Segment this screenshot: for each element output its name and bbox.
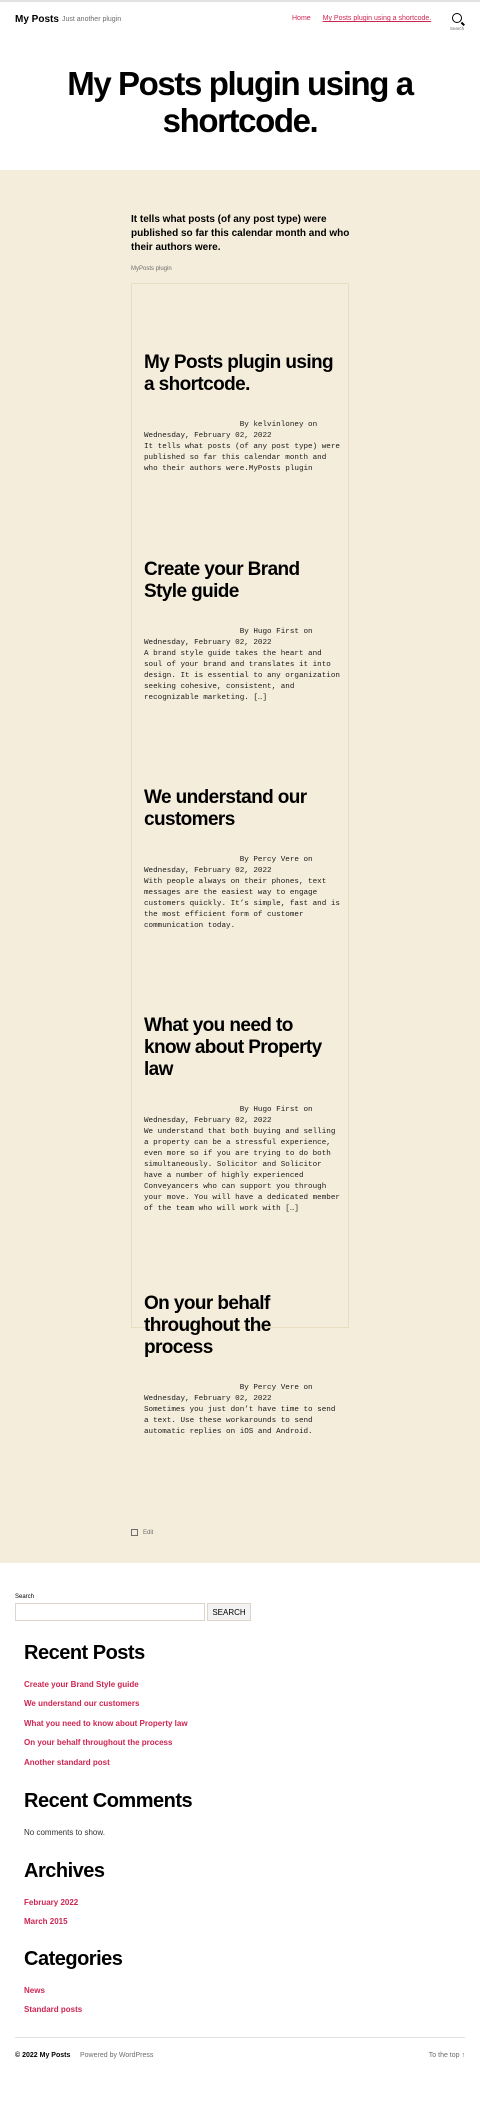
category-link[interactable]: News: [24, 1986, 45, 1995]
recent-posts-title: Recent Posts: [24, 1642, 145, 1664]
post-item: We understand our customers By Percy Ver…: [144, 787, 340, 932]
post-item: On your behalf throughout the process By…: [144, 1293, 340, 1438]
recent-comments-title: Recent Comments: [24, 1790, 193, 1812]
nav-item-home[interactable]: Home: [292, 15, 311, 22]
post-title[interactable]: Create your Brand Style guide: [144, 559, 340, 603]
footer-divider: [15, 2037, 465, 2038]
categories-title: Categories: [24, 1948, 123, 1970]
recent-post-link[interactable]: On your behalf throughout the process: [24, 1738, 172, 1747]
edit-icon: [131, 1529, 138, 1536]
page-intro: It tells what posts (of any post type) w…: [131, 214, 350, 253]
site-footer: © 2022 My Posts Powered by WordPress To …: [0, 2033, 480, 2106]
search-label: Search: [15, 1594, 35, 1600]
post-item: My Posts plugin using a shortcode. By ke…: [144, 352, 340, 475]
post-meta: By Percy Vere on Wednesday, February 02,…: [144, 855, 340, 930]
page-header: My Posts plugin using a shortcode.: [0, 42, 480, 170]
post-item: What you need to know about Property law…: [144, 1015, 340, 1215]
post-meta: By Hugo First on Wednesday, February 02,…: [144, 627, 340, 702]
post-list: My Posts plugin using a shortcode. By ke…: [131, 283, 349, 1436]
archives-title: Archives: [24, 1860, 105, 1882]
edit-label: Edit: [143, 1529, 154, 1536]
page-title: My Posts plugin using a shortcode.: [67, 65, 414, 139]
post-title[interactable]: My Posts plugin using a shortcode.: [144, 352, 340, 396]
site-title[interactable]: My Posts: [15, 14, 59, 25]
search-input[interactable]: [15, 1603, 205, 1621]
page-caption: MyPosts plugin: [131, 266, 172, 272]
nav-item-my-posts-plugin[interactable]: My Posts plugin using a shortcode.: [323, 15, 432, 22]
post-meta: By kelvinloney on Wednesday, February 02…: [144, 420, 340, 473]
to-the-top-link[interactable]: To the top ↑: [429, 2052, 465, 2059]
post-title[interactable]: On your behalf throughout the process: [144, 1293, 340, 1359]
search-icon: [452, 13, 462, 23]
recent-post-link[interactable]: Create your Brand Style guide: [24, 1680, 139, 1689]
footer-copyright[interactable]: © 2022 My Posts: [15, 2052, 70, 2059]
recent-post-link[interactable]: We understand our customers: [24, 1699, 139, 1708]
post-item: Create your Brand Style guide By Hugo Fi…: [144, 559, 340, 704]
page-content: It tells what posts (of any post type) w…: [0, 170, 480, 1563]
archive-link[interactable]: March 2015: [24, 1917, 68, 1926]
site-header: My Posts Just another plugin Home My Pos…: [0, 0, 480, 42]
site-description: Just another plugin: [62, 16, 122, 23]
search-toggle-label: Search: [449, 26, 465, 31]
archive-link[interactable]: February 2022: [24, 1898, 78, 1907]
post-meta: By Percy Vere on Wednesday, February 02,…: [144, 1383, 336, 1436]
search-toggle-button[interactable]: Search: [446, 13, 468, 31]
primary-nav: Home My Posts plugin using a shortcode.: [292, 15, 441, 22]
recent-comments-empty: No comments to show.: [24, 1828, 105, 1837]
recent-post-link[interactable]: Another standard post: [24, 1758, 110, 1767]
post-meta: By Hugo First on Wednesday, February 02,…: [144, 1105, 340, 1213]
post-title[interactable]: We understand our customers: [144, 787, 340, 831]
post-title[interactable]: What you need to know about Property law: [144, 1015, 340, 1081]
footer-widgets: Search Search Recent Posts Create your B…: [0, 1563, 480, 2033]
edit-link[interactable]: Edit: [131, 1529, 153, 1536]
search-submit-button[interactable]: Search: [207, 1603, 251, 1621]
category-link[interactable]: Standard posts: [24, 2005, 82, 2014]
recent-post-link[interactable]: What you need to know about Property law: [24, 1719, 188, 1728]
footer-powered-by[interactable]: Powered by WordPress: [80, 2052, 153, 2059]
